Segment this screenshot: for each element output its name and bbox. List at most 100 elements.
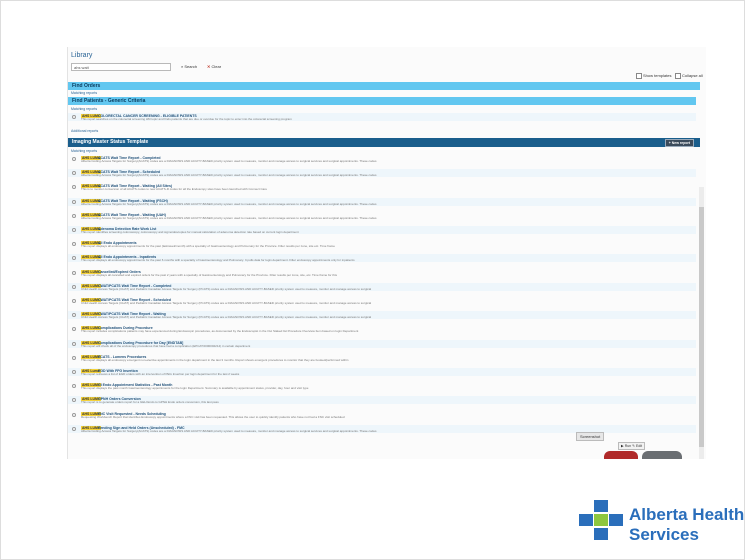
report-description: This report searches on the colorectal s… xyxy=(81,117,292,121)
scrollbar-thumb[interactable] xyxy=(699,207,704,447)
report-description: This report includes complications patie… xyxy=(81,329,359,334)
select-radio[interactable] xyxy=(72,313,76,318)
edit-label[interactable]: Edit xyxy=(636,444,642,448)
report-description: This report displays all cancelled and e… xyxy=(81,272,337,277)
search-icon: ⌕ xyxy=(181,64,184,69)
report-row[interactable]: AHS LUMC CWAT/PCATS Wait Time Report - Sc… xyxy=(68,297,696,305)
report-description: Child Health Access Targets (CHAT) and P… xyxy=(81,315,372,320)
checkbox-icon xyxy=(636,73,642,79)
select-radio[interactable] xyxy=(72,299,76,303)
additional-reports-label: Additional reports xyxy=(71,129,99,133)
show-templates-label: Show templates xyxy=(643,73,672,79)
overlay-shape-red xyxy=(604,451,638,459)
new-report-button[interactable]: + New report xyxy=(664,139,694,147)
select-radio[interactable] xyxy=(72,398,76,403)
select-radio[interactable] xyxy=(72,370,76,374)
search-button-label: Search xyxy=(184,64,198,69)
plus-icon: + xyxy=(668,141,671,145)
select-radio[interactable] xyxy=(72,284,76,289)
imaging-sublabel: Matching reports xyxy=(71,149,98,153)
select-radio[interactable] xyxy=(72,185,76,190)
report-row[interactable]: AHS LUMC ECATS - Lumens Procedures This re… xyxy=(68,354,696,362)
report-row[interactable]: AHS Lumc EGD With FFG Insertion This repor… xyxy=(68,368,696,376)
report-row[interactable]: AHS LUMC ACATS Wait Time Report - Waiting… xyxy=(68,212,696,220)
select-radio[interactable] xyxy=(72,355,76,360)
select-radio[interactable] xyxy=(72,256,76,261)
clear-button[interactable]: ✕ Clear xyxy=(207,64,221,69)
report-description: Requesting Workbench Report that identif… xyxy=(81,414,345,419)
report-row[interactable]: AHS LUMC All Endo Appointments This report… xyxy=(68,240,696,248)
report-description: This report retrieves a list of EGD orde… xyxy=(81,372,240,376)
report-description: Alberta Coding Access Targets for Surger… xyxy=(81,159,377,163)
report-row[interactable]: AHS LUMC CWAT/PCATS Wait Time Report - Co… xyxy=(68,282,696,291)
imaging-template-header[interactable]: Imaging Master Status Template + New rep… xyxy=(68,138,700,147)
report-description: Alberta Coding Access Targets for Surger… xyxy=(81,428,377,433)
report-row[interactable]: AHS LUMC ACATS Wait Time Report - Waiting… xyxy=(68,197,696,206)
select-radio[interactable] xyxy=(72,228,76,232)
find-orders-sublabel: Matching reports xyxy=(71,91,98,95)
select-radio[interactable] xyxy=(72,270,76,275)
report-row[interactable]: AHS LUMC Complications During Procedure f… xyxy=(68,339,696,348)
imaging-header-title: Imaging Master Status Template xyxy=(72,139,149,145)
search-input[interactable]: ahs wait xyxy=(71,63,171,71)
select-radio[interactable] xyxy=(72,341,76,346)
select-radio[interactable] xyxy=(72,213,76,218)
report-description: Alberta Coding Access Targets for Surger… xyxy=(81,215,377,220)
ahs-logo-icon xyxy=(579,500,623,540)
report-description: Alberta Coding Access Targets for Surger… xyxy=(81,173,377,178)
epic-library-screenshot: Library ahs wait ⌕ Search ✕ Clear Show t… xyxy=(67,47,706,459)
report-description: This report displays the past month Gast… xyxy=(81,386,309,391)
report-description: This report displays all endoscopy emerg… xyxy=(81,357,349,362)
checkbox-icon xyxy=(675,73,681,79)
report-row[interactable]: AHS LUMC ACATS Wait Time Report - Schedul… xyxy=(68,169,696,178)
report-row[interactable]: AHS LUMC Cancelled/Expired Orders This rep… xyxy=(68,269,696,277)
report-description: This report is to generate orders report… xyxy=(81,400,219,405)
new-report-label: New report xyxy=(671,141,690,145)
show-templates-checkbox[interactable]: Show templates xyxy=(636,73,671,79)
collapse-all-checkbox[interactable]: Collapse all xyxy=(675,73,703,79)
ahs-logo: Alberta Health Services xyxy=(579,498,744,546)
run-icon: ▶ xyxy=(621,444,624,448)
find-patients-header[interactable]: Find Patients - Generic Criteria xyxy=(68,97,696,105)
report-description: Alberta Coding Access Targets for Surger… xyxy=(81,201,377,206)
report-row[interactable]: AHS LUMC GPNH Orders Conversion This repor… xyxy=(68,396,696,405)
clear-button-label: Clear xyxy=(211,64,222,69)
report-row[interactable]: AHS LUMC CWAT/PCATS Wait Time Report - Wa… xyxy=(68,311,696,320)
find-orders-header[interactable]: Find Orders xyxy=(68,82,700,90)
run-label[interactable]: Run xyxy=(625,444,631,448)
report-description: Child Health Access Targets (CHAT) and P… xyxy=(81,286,372,291)
find-patients-sublabel: Matching reports xyxy=(71,107,98,111)
report-description: This report displays all endoscopy appoi… xyxy=(81,258,355,263)
report-row[interactable]: AHS LUMC ACATS Wait Time Report - Waiting… xyxy=(68,183,696,191)
report-row[interactable]: AHS LUMC GI Endo Appointment Statistics -… xyxy=(68,382,696,390)
screenshot-button[interactable]: Screenshot xyxy=(576,432,605,441)
select-radio[interactable] xyxy=(72,412,76,417)
close-icon: ✕ xyxy=(207,64,211,69)
report-description: This report displays all endoscopy appoi… xyxy=(81,244,335,249)
row-tools[interactable]: ▶ Run ✎ Edit xyxy=(618,442,646,450)
select-radio[interactable] xyxy=(72,327,76,332)
report-row[interactable]: AHS LUMC Complications During Procedure Th… xyxy=(68,325,696,333)
report-row[interactable]: AHS LUMC Adenoma Detection Rate Work List… xyxy=(68,226,696,234)
select-radio[interactable] xyxy=(72,157,76,161)
report-row[interactable]: AHS LUMC FNC Visit Requested - Needs Sche… xyxy=(68,411,696,419)
report-description: This is to monitor conversion of all ACA… xyxy=(81,187,267,192)
select-radio[interactable] xyxy=(72,171,76,176)
search-button[interactable]: ⌕ Search xyxy=(181,64,197,69)
collapse-all-label: Collapse all xyxy=(682,73,703,79)
report-row[interactable]: AHS LUMC All Endo Appointments - Inpatien… xyxy=(68,254,696,263)
select-radio[interactable] xyxy=(72,384,76,389)
select-radio[interactable] xyxy=(72,115,76,119)
logo-line2: Services xyxy=(629,525,699,544)
select-radio[interactable] xyxy=(72,426,76,431)
library-title: Library xyxy=(71,52,93,59)
logo-line1: Alberta Health xyxy=(629,505,745,524)
report-description: Child Health Access Targets (CHAT) and P… xyxy=(81,301,372,305)
select-radio[interactable] xyxy=(72,242,76,247)
select-radio[interactable] xyxy=(72,199,76,204)
report-row[interactable]: AHS LUMC COLORECTAL CANCER SCREENING - E… xyxy=(68,113,696,121)
report-description: This report identifies screening colonos… xyxy=(81,230,299,234)
report-description: This report will check all of the endosc… xyxy=(81,343,251,348)
report-row[interactable]: AHS LUMC ACATS Wait Time Report - Complet… xyxy=(68,155,696,163)
presentation-slide: Library ahs wait ⌕ Search ✕ Clear Show t… xyxy=(0,0,745,560)
